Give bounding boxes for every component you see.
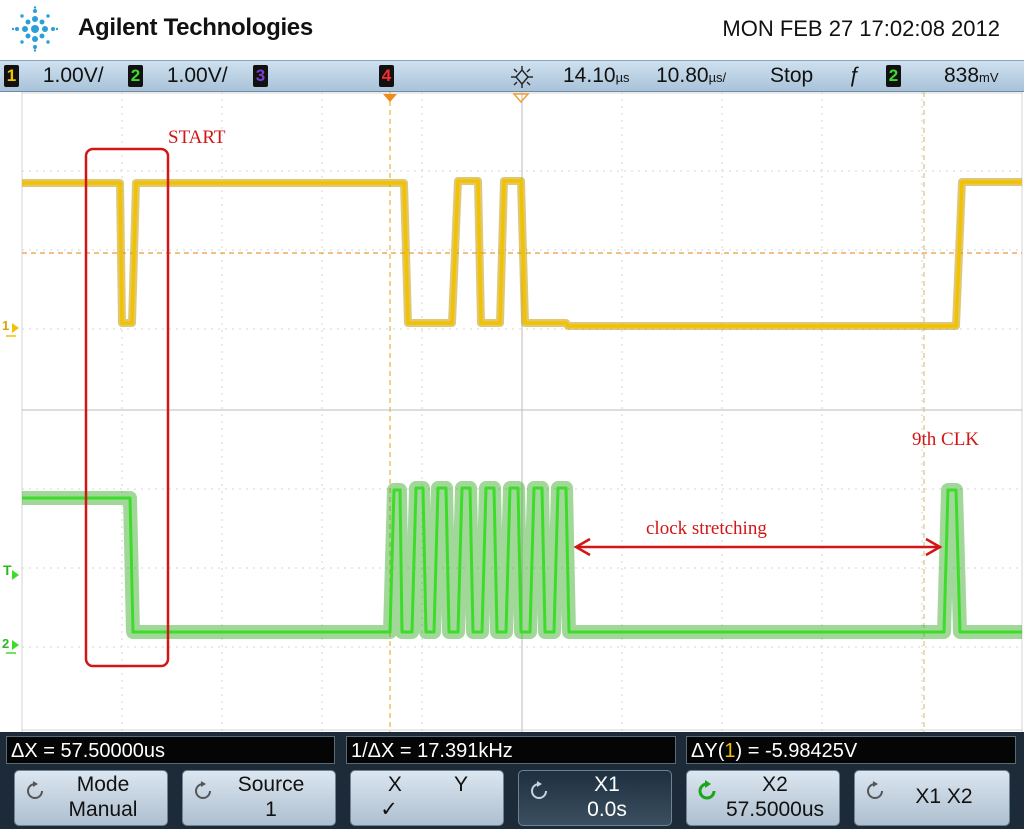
ch1-scale: 1.00V/: [42, 64, 104, 87]
x2-softkey-value: 57.5000us: [725, 798, 825, 821]
delay-readout[interactable]: 14.10µs: [563, 64, 630, 88]
rotate-knob-icon: [27, 781, 43, 799]
trigger-level-unit: mV: [979, 70, 999, 85]
active-knob-icon: [698, 780, 716, 800]
delay-diamond-icon: [511, 66, 533, 88]
x1-softkey-value: 0.0s: [587, 798, 627, 821]
delta-y-readout: ΔY(1) = -5.98425V: [686, 736, 1016, 764]
rotate-knob-icon: [867, 781, 883, 799]
ninth-clk-annotation: 9th CLK: [912, 429, 980, 450]
ch3-status[interactable]: 3: [253, 64, 268, 88]
delta-y-suffix: ) = -5.98425V: [735, 740, 858, 762]
ch4-status[interactable]: 4: [379, 64, 394, 88]
ch1-status[interactable]: 1 1.00V/: [4, 64, 104, 88]
delay-value: 14.10: [563, 64, 616, 87]
trigger-slope-icon: ƒ: [848, 64, 860, 87]
timebase-value: 10.80: [656, 64, 709, 87]
waveform-graticule: [6, 92, 1023, 732]
ch2-scale: 1.00V/: [166, 64, 228, 87]
ch1-ground-marker[interactable]: 1: [2, 318, 9, 333]
check-icon: ✓: [380, 798, 398, 821]
trigger-level-value: 838: [944, 64, 980, 87]
clock-stretching-annotation: clock stretching: [646, 518, 767, 539]
inverse-delta-x-readout: 1/ΔX = 17.391kHz: [346, 736, 676, 764]
x1-softkey-label: X1: [594, 773, 620, 796]
ch2-number-box: 2: [128, 65, 143, 87]
waveform-display[interactable]: 1 T 2 START 9th CLK clock stretching: [0, 92, 1024, 732]
trigger-level[interactable]: 838mV: [944, 64, 999, 88]
softkey-panel: ΔX = 57.50000us 1/ΔX = 17.391kHz ΔY(1) =…: [0, 732, 1024, 829]
x-y-softkey[interactable]: X Y ✓: [350, 770, 504, 826]
rotate-knob-icon: [195, 781, 211, 799]
ch4-number-box: 4: [379, 65, 394, 87]
ch1-number-box: 1: [4, 65, 19, 87]
delta-x-readout: ΔX = 57.50000us: [6, 736, 335, 764]
run-state[interactable]: Stop: [770, 64, 813, 88]
x-y-softkey-label: X Y: [387, 773, 469, 796]
x1-x2-softkey-label: X1 X2: [915, 785, 973, 808]
x2-softkey-label: X2: [762, 773, 788, 796]
x1-x2-softkey[interactable]: X1 X2: [854, 770, 1010, 826]
timebase-readout[interactable]: 10.80µs/: [656, 64, 726, 88]
rotate-knob-icon: [531, 781, 547, 799]
delta-y-prefix: ΔY(: [691, 740, 725, 762]
header-bar: Agilent Technologies MON FEB 27 17:02:08…: [0, 0, 1024, 60]
delay-unit: µs: [615, 70, 630, 85]
mode-softkey[interactable]: Mode Manual: [14, 770, 168, 826]
source-softkey-value: 1: [265, 798, 277, 821]
ch2-status[interactable]: 2 1.00V/: [128, 64, 228, 88]
mode-softkey-label: Mode: [76, 773, 130, 796]
agilent-spark-icon: [11, 6, 59, 52]
source-softkey-label: Source: [237, 773, 305, 796]
mode-softkey-value: Manual: [68, 798, 138, 821]
datetime: MON FEB 27 17:02:08 2012: [722, 16, 1000, 41]
trigger-level-marker[interactable]: T: [3, 562, 12, 578]
x1-softkey[interactable]: X1 0.0s: [518, 770, 672, 826]
brand-name: Agilent Technologies: [78, 14, 313, 41]
ch3-number-box: 3: [253, 65, 268, 87]
status-bar: 1 1.00V/ 2 1.00V/ 3 4 14.10µs 10.80µs/ S…: [0, 60, 1024, 92]
ch2-ground-marker[interactable]: 2: [2, 636, 9, 651]
source-softkey[interactable]: Source 1: [182, 770, 336, 826]
x2-softkey[interactable]: X2 57.5000us: [686, 770, 840, 826]
trigger-source[interactable]: 2: [886, 64, 901, 88]
timebase-unit: µs/: [708, 70, 727, 85]
trigger-source-box: 2: [886, 65, 901, 87]
delta-y-channel: 1: [724, 740, 736, 762]
start-annotation: START: [168, 127, 226, 148]
